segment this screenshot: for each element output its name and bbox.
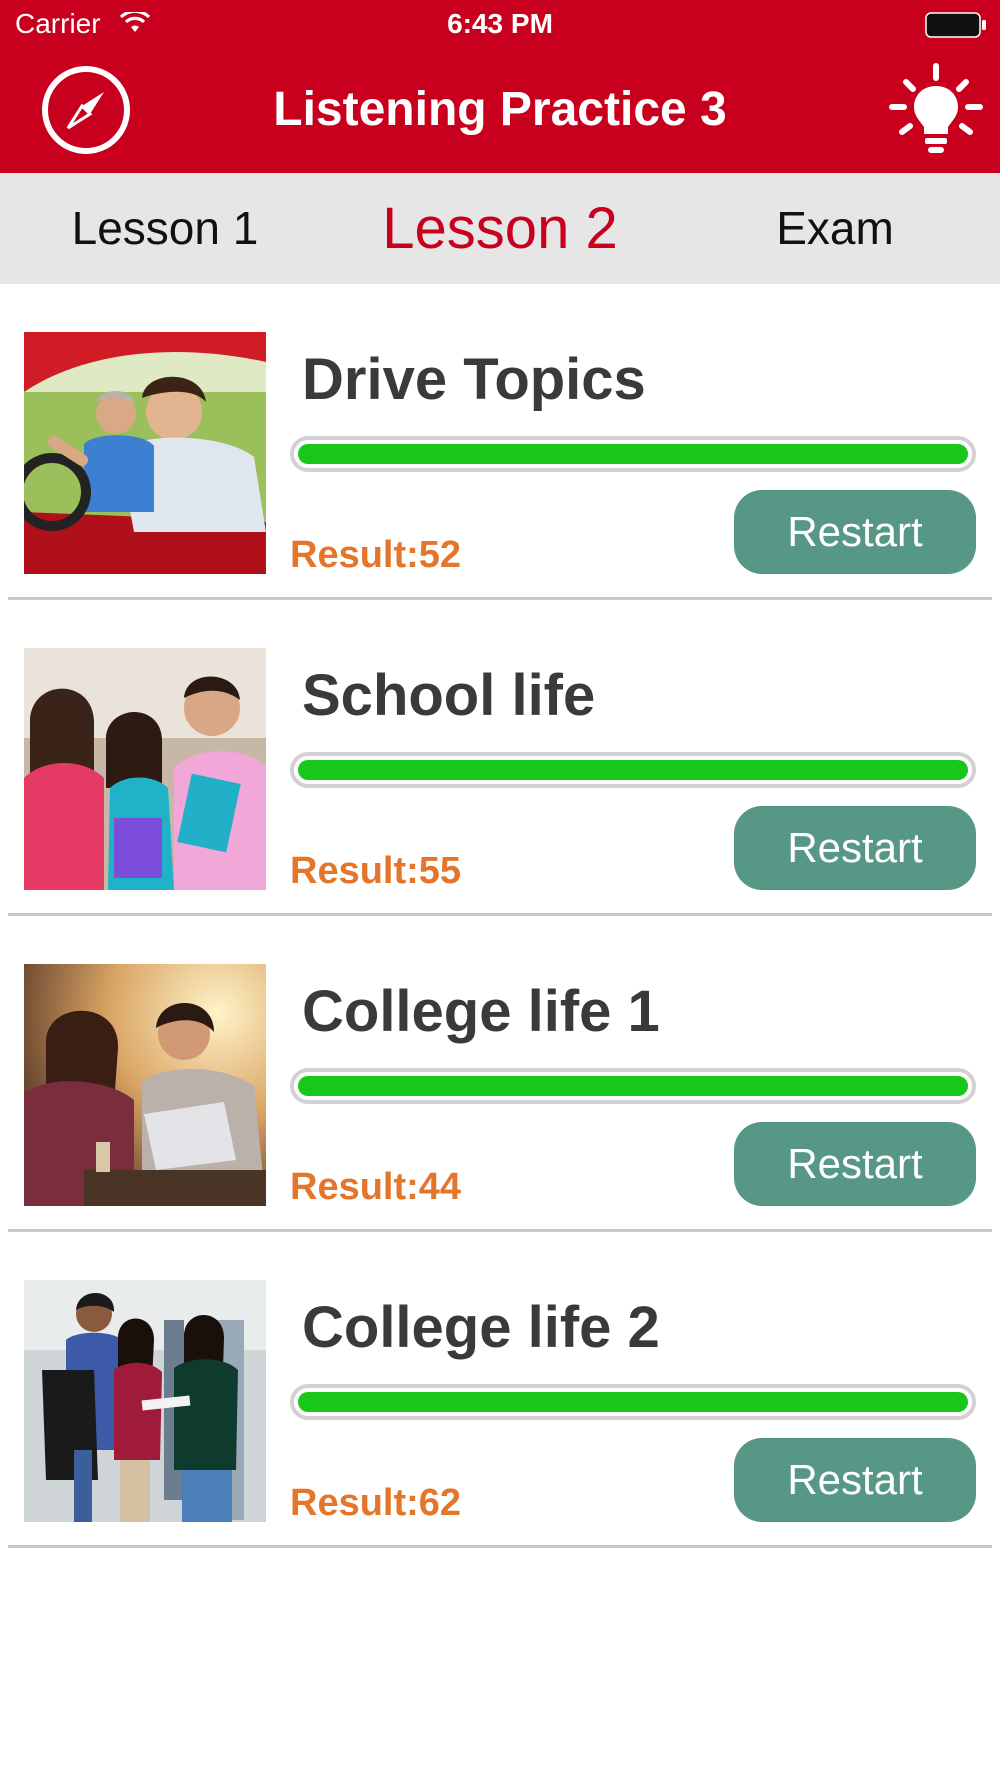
lesson-title: College life 2 bbox=[302, 1295, 660, 1360]
lesson-thumbnail bbox=[24, 332, 266, 574]
lesson-title: College life 1 bbox=[302, 979, 660, 1044]
driving-photo bbox=[24, 332, 266, 574]
lesson-thumbnail bbox=[24, 648, 266, 890]
restart-button[interactable]: Restart bbox=[734, 1438, 976, 1522]
progress-bar bbox=[290, 1068, 976, 1104]
result-label: Result:44 bbox=[290, 1166, 462, 1208]
lesson-card[interactable]: College life 1 Result:44 Restart bbox=[0, 916, 1000, 1232]
page-title: Listening Practice 3 bbox=[273, 83, 727, 136]
status-time: 6:43 PM bbox=[447, 8, 553, 39]
lesson-thumbnail bbox=[24, 1280, 266, 1522]
status-bar: Carrier 6:43 PM bbox=[0, 0, 1000, 50]
lesson-card[interactable]: College life 2 Result:62 Restart bbox=[0, 1232, 1000, 1548]
progress-bar bbox=[290, 436, 976, 472]
divider bbox=[8, 1545, 992, 1548]
tab-lesson-1[interactable]: Lesson 1 bbox=[40, 173, 290, 284]
lesson-title: Drive Topics bbox=[302, 347, 646, 412]
progress-fill bbox=[298, 1392, 968, 1412]
nav-bar: Listening Practice 3 bbox=[0, 50, 1000, 173]
lesson-card[interactable]: School life Result:55 Restart bbox=[0, 600, 1000, 916]
progress-fill bbox=[298, 760, 968, 780]
lesson-tabs: Lesson 1 Lesson 2 Exam bbox=[0, 173, 1000, 284]
lesson-list: Drive Topics Result:52 Restart School li… bbox=[0, 284, 1000, 1548]
progress-bar bbox=[290, 752, 976, 788]
result-label: Result:52 bbox=[290, 534, 462, 576]
lightbulb-icon bbox=[889, 63, 983, 153]
lesson-title: School life bbox=[302, 663, 596, 728]
restart-button[interactable]: Restart bbox=[734, 490, 976, 574]
lesson-card[interactable]: Drive Topics Result:52 Restart bbox=[0, 284, 1000, 600]
result-label: Result:55 bbox=[290, 850, 462, 892]
cafe-laptop-photo bbox=[24, 964, 266, 1206]
progress-bar bbox=[290, 1384, 976, 1420]
restart-button[interactable]: Restart bbox=[734, 1122, 976, 1206]
students-photo bbox=[24, 648, 266, 890]
battery-icon bbox=[925, 12, 987, 38]
restart-button[interactable]: Restart bbox=[734, 806, 976, 890]
progress-fill bbox=[298, 1076, 968, 1096]
tab-lesson-2[interactable]: Lesson 2 bbox=[370, 173, 630, 284]
tips-button[interactable] bbox=[880, 60, 990, 160]
header: Carrier 6:43 PM Listening Practice 3 bbox=[0, 0, 1000, 173]
progress-fill bbox=[298, 444, 968, 464]
app-screen: Carrier 6:43 PM Listening Practice 3 Les… bbox=[0, 0, 1000, 1778]
lesson-thumbnail bbox=[24, 964, 266, 1206]
result-label: Result:62 bbox=[290, 1482, 462, 1524]
campus-group-photo bbox=[24, 1280, 266, 1522]
tab-exam[interactable]: Exam bbox=[720, 173, 950, 284]
